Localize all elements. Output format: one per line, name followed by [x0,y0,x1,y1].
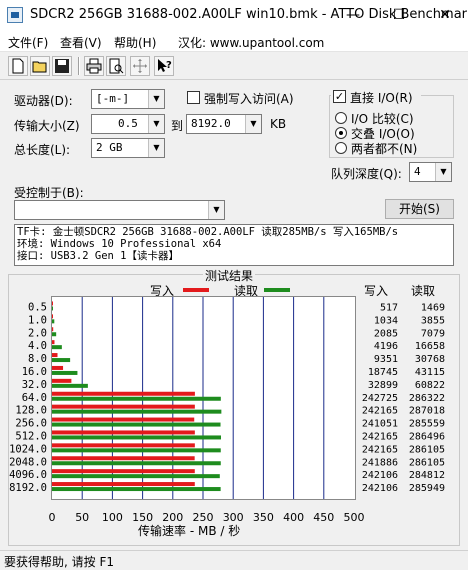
read-bar [52,358,71,363]
read-value: 16658 [415,341,445,352]
y-tick-label: 8.0 [28,353,47,365]
y-tick-label: 64.0 [22,392,47,404]
read-bar [52,332,57,337]
y-tick-label: 256.0 [15,418,47,430]
y-tick-label: 1024.0 [9,443,47,455]
write-value: 242725 [362,393,398,404]
write-bar [52,353,58,358]
write-bar [52,482,195,487]
write-value: 242106 [362,470,398,481]
read-bar [52,370,78,375]
x-axis-label: 传输速率 - MB / 秒 [138,524,241,538]
read-value: 7079 [421,328,445,339]
x-tick-label: 350 [253,511,274,524]
y-tick-label: 1.0 [28,314,47,326]
read-bar [52,383,88,388]
write-bar [52,430,195,435]
read-bar [52,461,221,466]
y-tick-label: 512.0 [15,430,47,442]
write-value: 242106 [362,483,398,494]
write-value: 18745 [368,367,398,378]
write-value: 4196 [374,341,398,352]
x-tick-label: 50 [75,511,89,524]
read-bar [52,345,62,350]
write-bar [52,327,54,332]
read-bar [52,319,55,324]
write-bar [52,378,72,383]
read-value: 60822 [415,380,445,391]
benchmark-chart: 0 50 100 150 200 250 300 350 400 450 5000.5 517 1469… [9,297,445,524]
y-tick-label: 4.0 [28,340,47,352]
y-tick-label: 2.0 [28,327,47,339]
read-value: 285949 [409,483,445,494]
write-bar [52,340,55,345]
read-value: 286105 [409,444,445,455]
y-tick-label: 4096.0 [9,469,47,481]
write-bar [52,443,195,448]
read-value: 286322 [409,393,445,404]
write-value: 242165 [362,444,398,455]
status-text: 要获得帮助, 请按 F1 [4,555,114,569]
x-tick-label: 100 [102,511,123,524]
write-bar [52,456,195,461]
y-tick-label: 2048.0 [9,456,47,468]
write-value: 2085 [374,328,398,339]
y-tick-label: 8192.0 [9,482,47,494]
x-tick-label: 500 [344,511,365,524]
write-bar [52,301,53,306]
read-bar [52,306,53,311]
write-bar [52,404,195,409]
write-value: 1034 [374,315,398,326]
write-value: 242165 [362,406,398,417]
x-tick-label: 400 [283,511,304,524]
write-bar [52,365,64,370]
write-value: 242165 [362,431,398,442]
write-value: 32899 [368,380,398,391]
write-value: 241051 [362,419,398,430]
x-tick-label: 450 [313,511,334,524]
write-bar [52,417,195,422]
y-tick-label: 0.5 [28,301,47,313]
y-tick-label: 128.0 [15,405,47,417]
write-bar [52,391,195,396]
read-bar [52,396,221,401]
read-value: 286496 [409,431,445,442]
read-value: 287018 [409,406,445,417]
read-bar [52,409,222,414]
write-value: 241886 [362,457,398,468]
read-bar [52,474,220,479]
read-value: 30768 [415,354,445,365]
write-value: 9351 [374,354,398,365]
read-bar [52,448,221,453]
read-bar [52,487,221,492]
y-tick-label: 32.0 [22,379,47,391]
y-tick-label: 16.0 [22,366,47,378]
read-value: 1469 [421,302,445,313]
read-bar [52,422,221,427]
x-tick-label: 0 [49,511,56,524]
read-bar [52,435,221,440]
write-bar [52,314,53,319]
read-value: 286105 [409,457,445,468]
read-value: 3855 [421,315,445,326]
write-value: 517 [380,302,398,313]
read-value: 43115 [415,367,445,378]
read-value: 285559 [409,419,445,430]
write-bar [52,469,195,474]
read-value: 284812 [409,470,445,481]
